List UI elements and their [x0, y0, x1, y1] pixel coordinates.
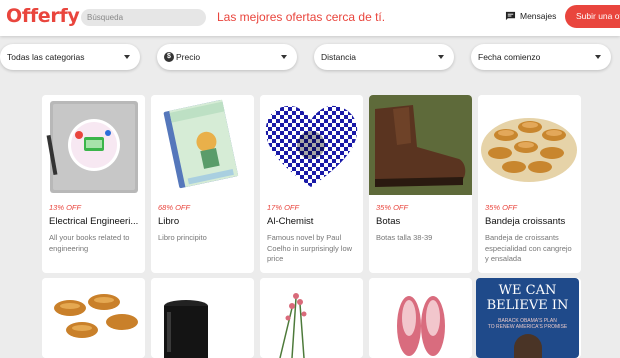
chevron-down-icon: [438, 55, 444, 59]
product-card[interactable]: 35% OFF Botas Botas talla 38-39: [369, 95, 472, 273]
product-image-boot: [369, 95, 472, 195]
product-card[interactable]: [260, 278, 363, 358]
distance-filter[interactable]: Distancia: [314, 44, 454, 70]
product-description: Famous novel by Paul Coelho in surprisin…: [267, 233, 353, 263]
product-title: Libro: [158, 216, 180, 227]
product-image-laptop: [42, 95, 145, 195]
product-title: Bandeja croissants: [485, 216, 566, 227]
price-filter-label: Precio: [176, 52, 201, 62]
product-card[interactable]: 17% OFF Al-Chemist Famous novel by Paul …: [260, 95, 363, 273]
discount-badge: 13% OFF: [49, 203, 82, 212]
book-cover-line-4: TO RENEW AMERICA'S PROMISE: [487, 324, 568, 330]
discount-badge: 68% OFF: [158, 203, 191, 212]
category-filter-label: Todas las categorias: [7, 52, 85, 62]
product-description: Botas talla 38-39: [376, 233, 433, 242]
product-description: Bandeja de croissants especialidad con c…: [485, 233, 572, 263]
product-card[interactable]: 35% OFF Bandeja croissants Bandeja de cr…: [478, 95, 581, 273]
product-card[interactable]: 13% OFF Electrical Engineeri... All your…: [42, 95, 145, 273]
product-card[interactable]: [42, 278, 145, 358]
discount-badge: 35% OFF: [376, 203, 409, 212]
product-image-croissants-basket: [42, 278, 145, 358]
start-date-filter-label: Fecha comienzo: [478, 52, 541, 62]
book-cover-line-2: BELIEVE IN: [486, 298, 569, 313]
product-card[interactable]: 68% OFF Libro Libro principito: [151, 95, 254, 273]
start-date-filter[interactable]: Fecha comienzo: [471, 44, 611, 70]
product-image-illusion: [260, 95, 363, 195]
product-card[interactable]: WE CAN BELIEVE IN BARACK OBAMA'S PLAN TO…: [476, 278, 579, 358]
price-filter[interactable]: $ Precio: [157, 44, 297, 70]
chevron-down-icon: [595, 55, 601, 59]
product-card[interactable]: [369, 278, 472, 358]
distance-filter-label: Distancia: [321, 52, 356, 62]
book-cover-line-1: WE CAN: [498, 283, 557, 298]
product-image-croissants: [478, 95, 581, 195]
book-cover-portrait: [514, 334, 542, 358]
discount-badge: 17% OFF: [267, 203, 300, 212]
product-title: Botas: [376, 216, 401, 227]
product-image-flowers: [260, 278, 363, 358]
dollar-icon: $: [164, 52, 174, 62]
logo[interactable]: Offerfy: [6, 5, 80, 27]
upload-offer-button[interactable]: Subir una oferta: [565, 5, 620, 28]
product-card[interactable]: [151, 278, 254, 358]
search-input[interactable]: [81, 9, 206, 26]
filter-bar: Todas las categorias $ Precio Distancia …: [0, 44, 620, 72]
product-title: Electrical Engineeri...: [49, 216, 139, 227]
product-title: Al-Chemist: [267, 216, 314, 227]
product-image-book: [151, 95, 254, 195]
messages-label: Mensajes: [520, 11, 557, 21]
category-filter[interactable]: Todas las categorias: [0, 44, 140, 70]
tagline: Las mejores ofertas cerca de tí.: [217, 10, 386, 24]
product-description: Libro principito: [158, 233, 207, 242]
chevron-down-icon: [281, 55, 287, 59]
product-description: All your books related to engineering: [49, 233, 130, 253]
product-image-jar: [151, 278, 254, 358]
product-image-shoes: [369, 278, 472, 358]
discount-badge: 35% OFF: [485, 203, 518, 212]
top-bar: Offerfy Las mejores ofertas cerca de tí.…: [0, 0, 620, 36]
chevron-down-icon: [124, 55, 130, 59]
messages-link[interactable]: Mensajes: [505, 11, 556, 21]
chat-icon: [505, 11, 516, 21]
